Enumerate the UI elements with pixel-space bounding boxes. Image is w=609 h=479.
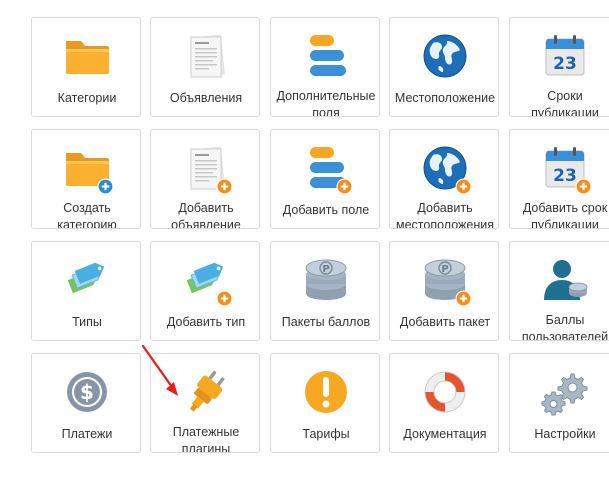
svg-text:23: 23 xyxy=(553,166,577,186)
folder-icon xyxy=(63,144,114,195)
svg-text:$: $ xyxy=(80,380,94,404)
tile-label: Документация xyxy=(403,427,487,441)
tags-icon xyxy=(182,256,233,307)
tile-label: Платежи xyxy=(61,427,113,441)
tile-point-packages[interactable]: P Пакеты баллов xyxy=(270,241,380,341)
document-icon xyxy=(182,144,233,195)
tile-label: Тарифы xyxy=(302,427,350,441)
tile-payment-plugins[interactable]: Платежные плагины xyxy=(150,353,260,453)
tile-categories[interactable]: Категории xyxy=(31,17,141,117)
tile-label: Типы xyxy=(72,315,102,329)
fields-icon xyxy=(302,32,350,80)
tile-tariffs[interactable]: Тарифы xyxy=(270,353,380,453)
globe-icon xyxy=(421,144,472,195)
tile-label: Категории xyxy=(57,91,117,105)
svg-text:23: 23 xyxy=(553,54,577,74)
globe-icon xyxy=(421,32,469,80)
tile-label: Платежные плагины xyxy=(172,425,240,453)
dashboard-grid: Категории Объявления Дополнительные поля … xyxy=(0,0,609,479)
coins-icon: P xyxy=(421,256,472,307)
tile-label: Добавить срок публикации xyxy=(522,201,608,229)
gears-icon xyxy=(541,368,589,416)
tile-payments[interactable]: $ Платежи xyxy=(31,353,141,453)
tile-label: Дополнительные поля xyxy=(276,89,376,117)
tile-label: Баллы пользователей xyxy=(521,313,609,341)
tile-create-category[interactable]: Создать категорию xyxy=(31,129,141,229)
tile-user-points[interactable]: Баллы пользователей xyxy=(509,241,609,341)
warning-icon xyxy=(302,368,350,416)
svg-text:P: P xyxy=(322,264,329,275)
tile-add-field[interactable]: Добавить поле xyxy=(270,129,380,229)
tile-label: Местоположение xyxy=(394,91,496,105)
folder-icon xyxy=(63,32,111,80)
tile-label: Настройки xyxy=(534,427,596,441)
fields-icon xyxy=(302,144,353,195)
tile-label: Объявления xyxy=(169,91,243,105)
tile-label: Добавить местоположения xyxy=(396,201,494,229)
tile-documentation[interactable]: Документация xyxy=(389,353,499,453)
svg-text:P: P xyxy=(441,264,448,275)
tile-add-package[interactable]: P Добавить пакет xyxy=(389,241,499,341)
plug-icon xyxy=(182,368,230,416)
tile-publish-terms[interactable]: 23 Сроки публикации xyxy=(509,17,609,117)
tile-listings[interactable]: Объявления xyxy=(150,17,260,117)
coins-icon: P xyxy=(302,256,350,304)
tile-settings[interactable]: Настройки xyxy=(509,353,609,453)
tags-icon xyxy=(63,256,111,304)
calendar-icon: 23 xyxy=(541,144,592,195)
tile-label: Пакеты баллов xyxy=(281,315,371,329)
lifebuoy-icon xyxy=(421,368,469,416)
tile-add-type[interactable]: Добавить тип xyxy=(150,241,260,341)
tile-label: Добавить тип xyxy=(166,315,246,329)
document-icon xyxy=(182,32,230,80)
tile-add-listing[interactable]: Добавить объявление xyxy=(150,129,260,229)
user-icon xyxy=(541,256,589,304)
tile-label: Создать категорию xyxy=(57,201,117,229)
tile-locations[interactable]: Местоположение xyxy=(389,17,499,117)
tile-extra-fields[interactable]: Дополнительные поля xyxy=(270,17,380,117)
tile-label: Добавить поле xyxy=(282,203,370,217)
tile-label: Сроки публикации xyxy=(531,89,599,117)
tile-types[interactable]: Типы xyxy=(31,241,141,341)
tile-add-location[interactable]: Добавить местоположения xyxy=(389,129,499,229)
tile-add-publish-term[interactable]: 23 Добавить срок публикации xyxy=(509,129,609,229)
calendar-icon: 23 xyxy=(541,32,589,80)
tile-label: Добавить объявление xyxy=(171,201,241,229)
tile-label: Добавить пакет xyxy=(399,315,491,329)
dollar-icon: $ xyxy=(63,368,111,416)
